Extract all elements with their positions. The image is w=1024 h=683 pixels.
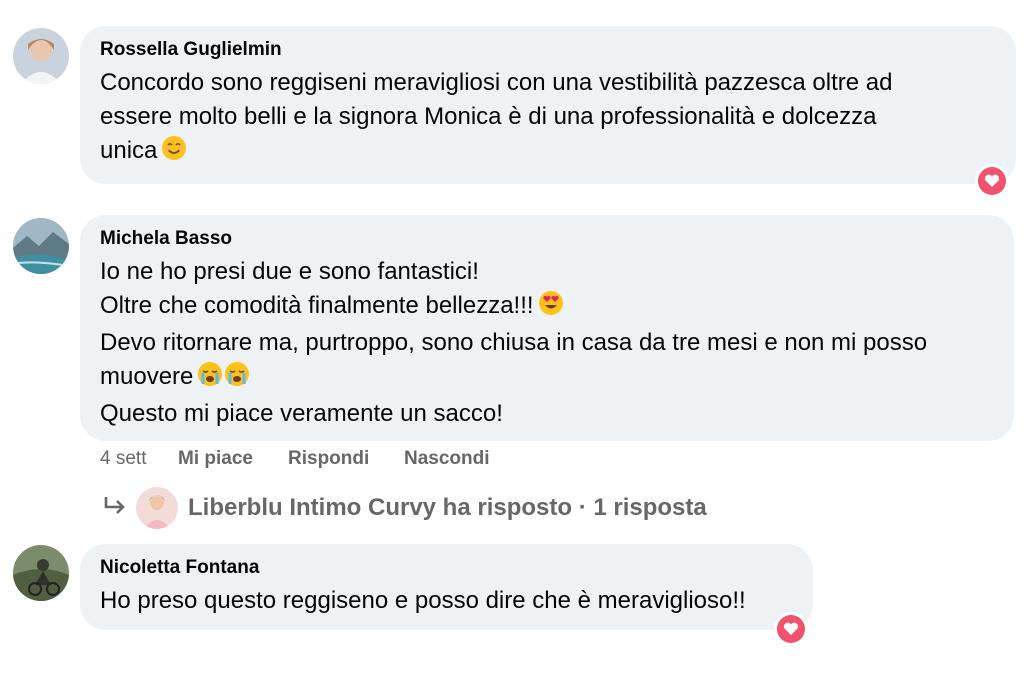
avatar[interactable] <box>13 218 69 274</box>
comment-text-line: Concordo sono reggiseni meravigliosi con… <box>100 69 893 96</box>
comment-bubble: Nicoletta Fontana Ho preso questo reggis… <box>80 544 813 630</box>
avatar[interactable] <box>136 487 178 529</box>
hide-button[interactable]: Nascondi <box>404 448 490 470</box>
comment-text-line: muovere <box>100 363 194 390</box>
comment-text-line: Devo ritornare ma, purtroppo, sono chius… <box>100 329 928 356</box>
comment-text-line: Ho preso questo reggiseno e posso dire c… <box>100 587 746 614</box>
love-reaction-icon[interactable] <box>774 612 808 646</box>
avatar[interactable] <box>13 28 69 84</box>
comment-author[interactable]: Nicoletta Fontana <box>100 556 793 580</box>
comment-text-line: Io ne ho presi due e sono fantastici! <box>100 258 479 285</box>
smiling-face-emoji <box>161 135 187 171</box>
comment-author[interactable]: Rossella Guglielmin <box>100 38 996 62</box>
comment-text-line-with-emoji: Oltre che comodità finalmente bellezza!!… <box>100 289 994 326</box>
comment-bubble: Rossella Guglielmin Concordo sono reggis… <box>80 26 1016 184</box>
comment-author[interactable]: Michela Basso <box>100 227 994 251</box>
comment-bubble: Michela Basso Io ne ho presi due e sono … <box>80 215 1014 441</box>
comment-text-line: Oltre che comodità finalmente bellezza!!… <box>100 292 534 319</box>
timestamp[interactable]: 4 sett <box>100 448 146 470</box>
replies-summary[interactable]: Liberblu Intimo Curvy ha risposto · 1 ri… <box>102 487 707 529</box>
comment-text-line: essere molto belli e la signora Monica è… <box>100 103 877 130</box>
reply-arrow-icon <box>102 494 128 523</box>
reply-button[interactable]: Rispondi <box>288 448 369 470</box>
comment-text-line-with-emoji: muovere <box>100 360 994 397</box>
comment-text-line: Questo mi piace veramente un sacco! <box>100 400 503 427</box>
comment-text-last-line: unica <box>100 134 996 171</box>
crying-face-emoji <box>224 361 250 397</box>
heart-icon <box>978 167 1006 195</box>
heart-icon <box>777 615 805 643</box>
love-reaction-icon[interactable] <box>975 164 1009 198</box>
heart-eyes-emoji <box>538 290 564 326</box>
comment-text-line: unica <box>100 137 158 164</box>
reply-summary-text[interactable]: Liberblu Intimo Curvy ha risposto · 1 ri… <box>188 494 707 522</box>
avatar[interactable] <box>13 545 69 601</box>
crying-face-emoji <box>197 361 223 397</box>
like-button[interactable]: Mi piace <box>178 448 253 470</box>
